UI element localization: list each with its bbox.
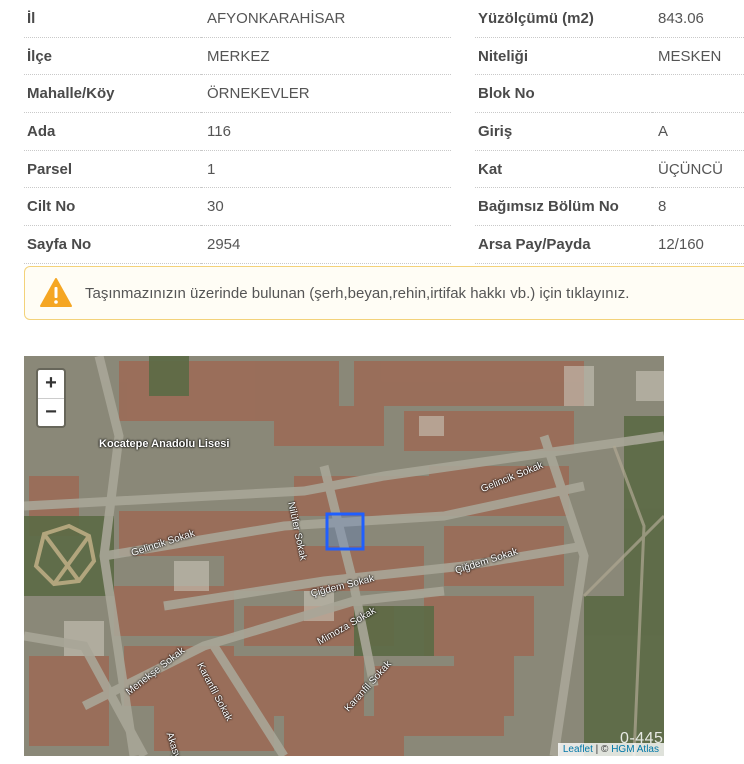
property-row: Sayfa No 2954 Arsa Pay/Payda 12/160 bbox=[24, 226, 744, 264]
column-gap bbox=[451, 38, 475, 76]
property-row: Cilt No 30 Bağımsız Bölüm No 8 bbox=[24, 188, 744, 227]
field-label-text: Mahalle/Köy bbox=[27, 85, 115, 103]
property-info-table: İl AFYONKARAHİSAR Yüzölçümü (m2) 843.06 İlçe… bbox=[24, 0, 744, 264]
column-gap bbox=[451, 188, 475, 226]
field-label: Mahalle/Köy bbox=[24, 75, 201, 114]
field-value-text: 116 bbox=[207, 122, 231, 140]
field-label: Niteliği bbox=[475, 38, 652, 76]
field-label-text: İl bbox=[27, 9, 36, 27]
field-label: Bağımsız Bölüm No bbox=[475, 188, 652, 227]
field-label: Parsel bbox=[24, 151, 201, 189]
property-row: Parsel 1 Kat ÜÇÜNCÜ bbox=[24, 151, 744, 189]
field-label: Ada bbox=[24, 113, 201, 151]
image-watermark: 0-44502368 bbox=[620, 730, 711, 747]
field-value-text: 2954 bbox=[207, 235, 241, 253]
field-value: 8 bbox=[652, 188, 744, 227]
satellite-imagery bbox=[24, 356, 664, 756]
column-gap bbox=[451, 226, 475, 264]
parcel-highlight bbox=[325, 512, 365, 551]
column-gap bbox=[451, 75, 475, 113]
parcel-map[interactable]: Kocatepe Anadolu Lisesi Nilüfer Sokak Ge… bbox=[24, 356, 664, 756]
column-gap bbox=[451, 0, 475, 38]
field-label-text: Giriş bbox=[478, 122, 513, 140]
field-label: Cilt No bbox=[24, 188, 201, 227]
field-value: 12/160 bbox=[652, 226, 744, 264]
property-row: İlçe MERKEZ Niteliği MESKEN bbox=[24, 38, 744, 76]
field-label-text: Cilt No bbox=[27, 198, 76, 216]
field-label-text: Ada bbox=[27, 122, 56, 140]
field-value bbox=[652, 75, 744, 114]
field-label-text: Niteliği bbox=[478, 47, 529, 65]
field-value: MESKEN bbox=[652, 38, 744, 76]
field-label-text: İlçe bbox=[27, 47, 53, 65]
attribution-separator: | © bbox=[592, 744, 612, 755]
field-value: AFYONKARAHİSAR bbox=[201, 0, 451, 38]
field-value-text: 30 bbox=[207, 198, 224, 216]
field-label-text: Yüzölçümü (m2) bbox=[478, 9, 594, 27]
field-label: Kat bbox=[475, 151, 652, 189]
field-label-text: Kat bbox=[478, 160, 503, 178]
property-row: Mahalle/Köy ÖRNEKEVLER Blok No bbox=[24, 75, 744, 114]
zoom-in-button[interactable]: + bbox=[38, 370, 64, 398]
field-value-text: 12/160 bbox=[658, 235, 704, 253]
warning-icon bbox=[40, 278, 72, 307]
field-label-text: Bağımsız Bölüm No bbox=[478, 198, 619, 216]
field-value: ÖRNEKEVLER bbox=[201, 75, 451, 114]
field-value-text: ÖRNEKEVLER bbox=[207, 85, 310, 103]
field-value-text: MESKEN bbox=[658, 47, 722, 65]
field-label: Arsa Pay/Payda bbox=[475, 226, 652, 264]
field-value-text: 1 bbox=[207, 160, 216, 178]
field-label-text: Parsel bbox=[27, 160, 73, 178]
field-value-text: 8 bbox=[658, 198, 667, 216]
field-value: A bbox=[652, 113, 744, 151]
field-value-text: AFYONKARAHİSAR bbox=[207, 9, 346, 27]
field-label: İlçe bbox=[24, 38, 201, 76]
field-value: ÜÇÜNCÜ bbox=[652, 151, 744, 189]
zoom-out-button[interactable]: − bbox=[38, 397, 64, 427]
field-value: 843.06 bbox=[652, 0, 744, 38]
field-label-text: Sayfa No bbox=[27, 235, 92, 253]
zoom-control: + − bbox=[36, 368, 66, 428]
property-row: İl AFYONKARAHİSAR Yüzölçümü (m2) 843.06 bbox=[24, 0, 744, 38]
field-value-text: A bbox=[658, 122, 669, 140]
field-label: Blok No bbox=[475, 75, 652, 114]
field-value-text: MERKEZ bbox=[207, 47, 270, 65]
field-value: MERKEZ bbox=[201, 38, 451, 76]
property-row: Ada 116 Giriş A bbox=[24, 113, 744, 151]
field-value: 116 bbox=[201, 113, 451, 151]
leaflet-link[interactable]: Leaflet bbox=[563, 744, 593, 755]
field-label-text: Blok No bbox=[478, 85, 535, 103]
field-value: 1 bbox=[201, 151, 451, 189]
column-gap bbox=[451, 113, 475, 151]
encumbrance-notice[interactable]: Taşınmazınızın üzerinde bulunan (şerh,be… bbox=[24, 266, 744, 320]
field-label-text: Arsa Pay/Payda bbox=[478, 235, 591, 253]
school-label: Kocatepe Anadolu Lisesi bbox=[99, 438, 230, 450]
field-label: Yüzölçümü (m2) bbox=[475, 0, 652, 38]
field-value: 2954 bbox=[201, 226, 451, 264]
field-label: Giriş bbox=[475, 113, 652, 151]
field-value-text: ÜÇÜNCÜ bbox=[658, 160, 723, 178]
column-gap bbox=[451, 151, 475, 189]
field-value: 30 bbox=[201, 188, 451, 227]
field-label: Sayfa No bbox=[24, 226, 201, 264]
field-value-text: 843.06 bbox=[658, 9, 704, 27]
field-label: İl bbox=[24, 0, 201, 38]
notice-text[interactable]: Taşınmazınızın üzerinde bulunan (şerh,be… bbox=[85, 285, 629, 302]
